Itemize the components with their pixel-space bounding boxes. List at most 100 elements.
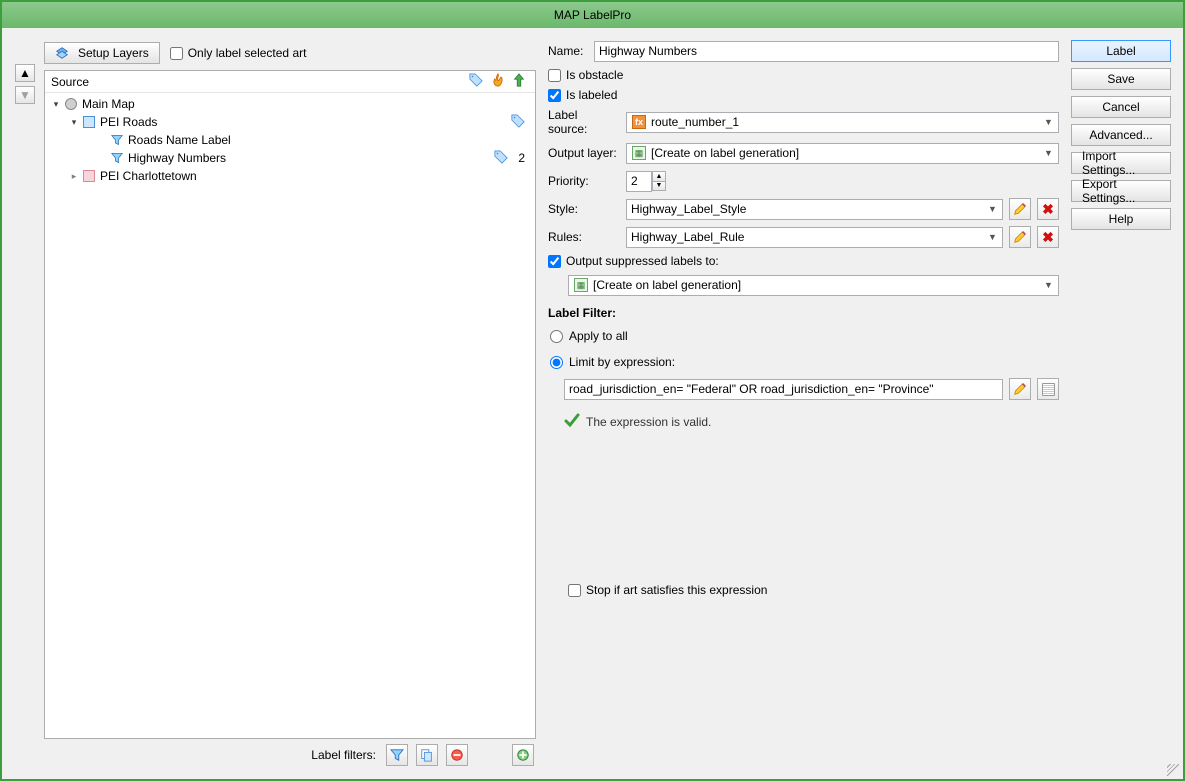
field-icon: fx (631, 114, 647, 130)
is-labeled-checkbox[interactable]: Is labeled (548, 88, 1059, 102)
reorder-column: ▲ ▼ (14, 40, 36, 767)
tree-node-highway-numbers[interactable]: Highway Numbers 2 (45, 149, 535, 167)
client-area: ▲ ▼ Setup Layers Only label selected art (2, 28, 1183, 779)
advanced-button[interactable]: Advanced... (1071, 124, 1171, 146)
tag-icon[interactable] (469, 73, 483, 90)
node-label: Roads Name Label (128, 133, 231, 147)
chevron-down-icon: ▼ (985, 230, 1000, 245)
up-arrow-icon[interactable] (513, 73, 525, 90)
rules-select[interactable]: Highway_Label_Rule ▼ (626, 227, 1003, 248)
tree-node-pei-roads[interactable]: PEI Roads (45, 113, 535, 131)
import-settings-button[interactable]: Import Settings... (1071, 152, 1171, 174)
tree-header-label: Source (51, 75, 469, 89)
expander-icon[interactable] (69, 117, 79, 127)
add-button[interactable] (512, 744, 534, 766)
label-source-select[interactable]: fx route_number_1 ▼ (626, 112, 1059, 133)
label-source-label: Label source: (548, 108, 620, 136)
expression-valid-text: The expression is valid. (586, 415, 711, 429)
move-up-button[interactable]: ▲ (15, 64, 35, 82)
cancel-button[interactable]: Cancel (1071, 96, 1171, 118)
window-title: MAP LabelPro (554, 8, 631, 22)
expander-icon[interactable] (69, 171, 79, 181)
flame-icon[interactable] (491, 73, 505, 90)
window: MAP LabelPro ▲ ▼ Setup Layers Only label… (0, 0, 1185, 781)
funnel-icon (110, 151, 124, 165)
output-suppressed-select[interactable]: ▦ [Create on label generation] ▼ (568, 275, 1059, 296)
chevron-down-icon: ▼ (985, 202, 1000, 217)
expression-edit-button[interactable] (1009, 378, 1031, 400)
priority-spinner[interactable]: ▲ ▼ (626, 171, 666, 192)
limit-by-expression-label: Limit by expression: (569, 355, 675, 369)
output-suppressed-checkbox[interactable]: Output suppressed labels to: (548, 254, 1059, 268)
is-obstacle-checkbox[interactable]: Is obstacle (548, 68, 1059, 82)
priority-input[interactable] (626, 171, 652, 192)
spin-down-button[interactable]: ▼ (652, 181, 666, 191)
stop-if-label: Stop if art satisfies this expression (586, 583, 767, 597)
only-label-selected-checkbox[interactable]: Only label selected art (170, 46, 307, 60)
only-label-selected-label: Only label selected art (188, 46, 307, 60)
label-filters-label: Label filters: (311, 748, 376, 762)
style-value: Highway_Label_Style (631, 202, 746, 216)
save-button[interactable]: Save (1071, 68, 1171, 90)
output-suppressed-value: [Create on label generation] (593, 278, 741, 292)
output-layer-value: [Create on label generation] (651, 146, 799, 160)
style-select[interactable]: Highway_Label_Style ▼ (626, 199, 1003, 220)
label-source-value: route_number_1 (651, 115, 739, 129)
rules-value: Highway_Label_Rule (631, 230, 744, 244)
setup-layers-button[interactable]: Setup Layers (44, 42, 160, 64)
expression-input[interactable] (564, 379, 1003, 400)
name-label: Name: (548, 44, 588, 58)
is-labeled-label: Is labeled (566, 88, 617, 102)
node-count: 2 (518, 151, 525, 165)
tree-body: Main Map PEI Roads Roads Name Label (45, 93, 535, 738)
properties-pane: Name: Is obstacle Is labeled Label sourc… (544, 40, 1063, 767)
name-input[interactable] (594, 41, 1059, 62)
source-tree[interactable]: Source Main Map (44, 70, 536, 739)
apply-to-all-label: Apply to all (569, 329, 628, 343)
move-down-button[interactable]: ▼ (15, 86, 35, 104)
chevron-down-icon: ▼ (1041, 146, 1056, 161)
output-layer-label: Output layer: (548, 146, 620, 160)
label-button[interactable]: Label (1071, 40, 1171, 62)
resize-grip[interactable] (1167, 764, 1179, 776)
spin-up-button[interactable]: ▲ (652, 171, 666, 181)
layer-icon (82, 115, 96, 129)
export-settings-button[interactable]: Export Settings... (1071, 180, 1171, 202)
help-button[interactable]: Help (1071, 208, 1171, 230)
left-toolbar: Setup Layers Only label selected art (44, 40, 536, 66)
style-label: Style: (548, 202, 620, 216)
new-layer-icon: ▦ (573, 277, 589, 293)
globe-icon (64, 97, 78, 111)
expression-clear-button[interactable] (1037, 378, 1059, 400)
label-filter-title: Label Filter: (548, 306, 1059, 320)
chevron-down-icon: ▼ (1041, 115, 1056, 130)
node-label: PEI Roads (100, 115, 157, 129)
right-button-pane: Label Save Cancel Advanced... Import Set… (1071, 40, 1171, 767)
apply-to-all-radio[interactable]: Apply to all (550, 326, 1059, 346)
stop-if-checkbox[interactable]: Stop if art satisfies this expression (568, 583, 1059, 597)
copy-button[interactable] (416, 744, 438, 766)
remove-button[interactable] (446, 744, 468, 766)
tree-node-pei-charlottetown[interactable]: PEI Charlottetown (45, 167, 535, 185)
setup-layers-label: Setup Layers (78, 46, 149, 60)
rules-label: Rules: (548, 230, 620, 244)
expander-icon[interactable] (51, 99, 61, 109)
limit-by-expression-radio[interactable]: Limit by expression: (550, 352, 1059, 372)
style-delete-button[interactable]: ✖ (1037, 198, 1059, 220)
expression-valid-row: The expression is valid. (564, 412, 1059, 431)
tag-icon (494, 150, 508, 167)
output-layer-select[interactable]: ▦ [Create on label generation] ▼ (626, 143, 1059, 164)
layers-icon (55, 46, 69, 60)
node-label: Main Map (82, 97, 135, 111)
priority-label: Priority: (548, 174, 620, 188)
chevron-down-icon: ▼ (1041, 278, 1056, 293)
urban-icon (82, 169, 96, 183)
style-edit-button[interactable] (1009, 198, 1031, 220)
filter-funnel-button[interactable] (386, 744, 408, 766)
left-pane: Setup Layers Only label selected art Sou… (44, 40, 536, 767)
rules-edit-button[interactable] (1009, 226, 1031, 248)
tree-node-main-map[interactable]: Main Map (45, 95, 535, 113)
rules-delete-button[interactable]: ✖ (1037, 226, 1059, 248)
tree-node-roads-name-label[interactable]: Roads Name Label (45, 131, 535, 149)
tag-icon (511, 114, 525, 131)
